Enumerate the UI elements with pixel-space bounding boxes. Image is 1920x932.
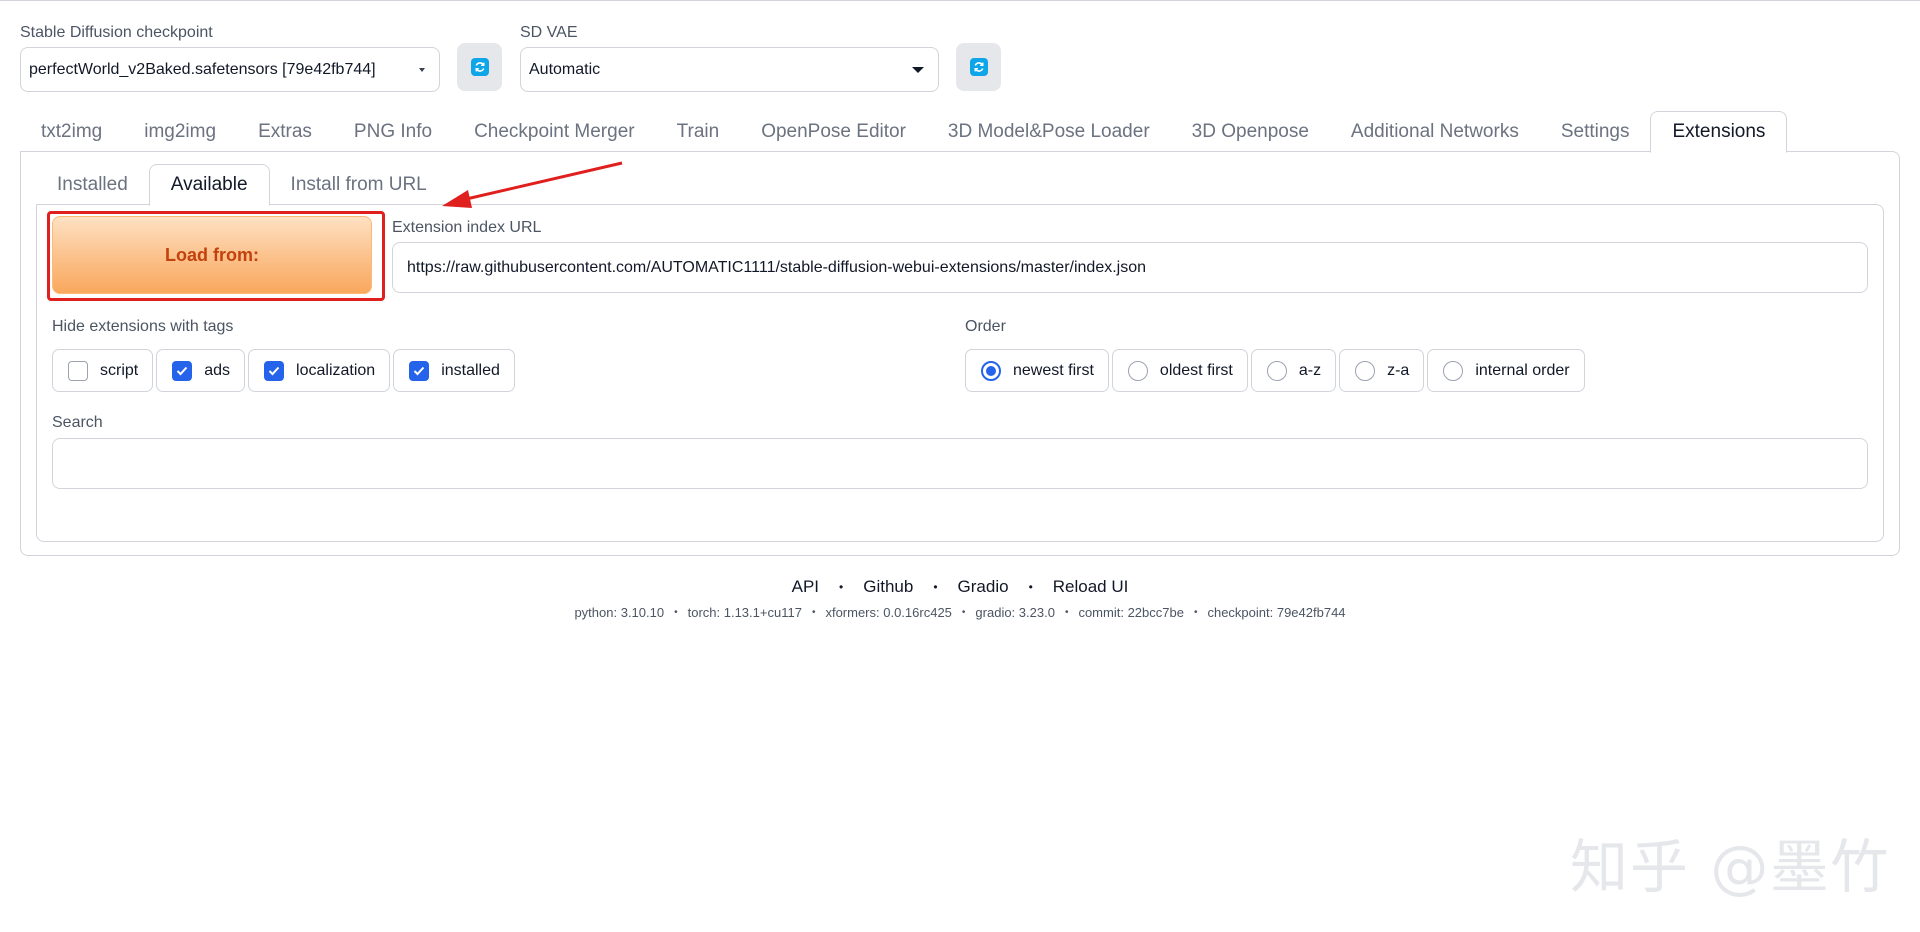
tab-extensions[interactable]: Extensions (1650, 111, 1788, 153)
version-python: python: 3.10.10 (574, 605, 665, 620)
version-checkpoint: checkpoint: 79e42fb744 (1207, 605, 1346, 620)
order-option-a-z[interactable]: a-z (1250, 349, 1337, 392)
vae-selector: SD VAE Automatic (520, 24, 939, 94)
tab-openpose-editor[interactable]: OpenPose Editor (740, 111, 927, 152)
tag-option-ads[interactable]: ads (156, 349, 246, 392)
checkpoint-value: perfectWorld_v2Baked.safetensors [79e42f… (29, 60, 376, 78)
tab-available[interactable]: Available (148, 164, 270, 206)
footer-separator: • (811, 607, 816, 618)
extension-index-url-label: Extension index URL (392, 219, 542, 236)
tab-train[interactable]: Train (656, 111, 741, 152)
tab-img2img[interactable]: img2img (123, 111, 237, 152)
checkbox-icon (68, 360, 88, 381)
footer-links: API • Github • Gradio • Reload UI (0, 577, 1920, 597)
tag-option-installed[interactable]: installed (393, 349, 515, 392)
footer-link-github[interactable]: Github (863, 577, 913, 597)
version-xformers: xformers: 0.0.16rc425 (825, 605, 952, 620)
refresh-icon (969, 58, 988, 76)
version-torch: torch: 1.13.1+cu117 (687, 605, 802, 620)
tab-txt2img[interactable]: txt2img (20, 111, 123, 152)
vae-label: SD VAE (520, 24, 578, 41)
tab-checkpoint-merger[interactable]: Checkpoint Merger (453, 111, 656, 152)
order-option-label: a-z (1298, 361, 1322, 379)
tab-png-info[interactable]: PNG Info (333, 111, 453, 152)
footer-separator: • (961, 607, 966, 618)
footer-separator: • (1028, 580, 1033, 594)
footer-link-gradio[interactable]: Gradio (958, 577, 1009, 597)
tag-option-label: localization (296, 361, 376, 379)
order-option-newest-first[interactable]: newest first (965, 349, 1109, 392)
hide-tags-label: Hide extensions with tags (52, 318, 234, 335)
tab-additional-networks[interactable]: Additional Networks (1330, 111, 1540, 152)
checkpoint-refresh-button[interactable] (457, 43, 502, 91)
footer-separator: • (1193, 607, 1198, 618)
load-from-button[interactable]: Load from: (52, 216, 372, 294)
vae-value: Automatic (529, 60, 601, 78)
checkbox-checked-icon (409, 360, 430, 381)
radio-icon (1443, 360, 1464, 381)
version-gradio: gradio: 3.23.0 (975, 605, 1055, 620)
radio-selected-icon (981, 360, 1001, 381)
tag-option-label: script (100, 361, 139, 379)
top-border (0, 0, 1920, 1)
footer-separator: • (1064, 607, 1069, 618)
checkbox-checked-icon (264, 360, 285, 381)
checkpoint-label: Stable Diffusion checkpoint (20, 24, 213, 41)
tab-3d-model-pose-loader[interactable]: 3D Model&Pose Loader (927, 111, 1171, 152)
tag-option-localization[interactable]: localization (248, 349, 391, 392)
tab-3d-openpose[interactable]: 3D Openpose (1171, 111, 1330, 152)
checkpoint-selector: Stable Diffusion checkpoint perfectWorld… (20, 24, 440, 94)
order-group: newest first oldest first a-z z-a intern… (965, 349, 1585, 392)
order-option-label: z-a (1387, 361, 1410, 379)
checkpoint-dropdown[interactable]: perfectWorld_v2Baked.safetensors [79e42f… (20, 47, 440, 92)
main-tabs: txt2img img2img Extras PNG Info Checkpoi… (20, 111, 1788, 153)
tab-settings[interactable]: Settings (1540, 111, 1651, 152)
watermark: 知乎 @墨竹 (1570, 833, 1891, 901)
radio-icon (1266, 360, 1287, 381)
order-option-label: internal order (1475, 361, 1570, 379)
vae-dropdown[interactable]: Automatic (520, 47, 939, 92)
extension-sub-tabs: Installed Available Install from URL (36, 164, 448, 206)
tab-installed[interactable]: Installed (36, 164, 149, 205)
hide-tags-group: script ads localization installed (52, 349, 515, 392)
checkbox-checked-icon (172, 360, 193, 381)
chevron-down-icon (912, 66, 924, 73)
tag-option-label: ads (204, 361, 231, 379)
order-option-oldest-first[interactable]: oldest first (1111, 349, 1248, 392)
footer-separator: • (933, 580, 938, 594)
vae-refresh-button[interactable] (956, 43, 1001, 91)
search-label: Search (52, 414, 103, 431)
tag-option-label: installed (441, 361, 500, 379)
order-option-label: newest first (1013, 361, 1094, 379)
tag-option-script[interactable]: script (52, 349, 154, 392)
order-option-internal-order[interactable]: internal order (1427, 349, 1585, 392)
chevron-down-icon (419, 67, 425, 72)
search-input[interactable] (52, 438, 1868, 489)
footer-separator: • (839, 580, 844, 594)
refresh-icon (470, 58, 489, 76)
version-commit: commit: 22bcc7be (1078, 605, 1184, 620)
footer-separator: • (674, 607, 678, 618)
order-option-z-a[interactable]: z-a (1339, 349, 1425, 392)
order-label: Order (965, 318, 1006, 335)
radio-icon (1355, 360, 1376, 381)
radio-icon (1127, 360, 1148, 381)
tab-install-from-url[interactable]: Install from URL (270, 164, 448, 205)
tab-extras[interactable]: Extras (237, 111, 333, 152)
footer-link-api[interactable]: API (792, 577, 819, 597)
footer-version-info: python: 3.10.10 • torch: 1.13.1+cu117 • … (0, 605, 1920, 620)
extension-index-url-input[interactable]: https://raw.githubusercontent.com/AUTOMA… (392, 242, 1868, 293)
order-option-label: oldest first (1159, 361, 1233, 379)
footer-link-reload-ui[interactable]: Reload UI (1053, 577, 1129, 597)
